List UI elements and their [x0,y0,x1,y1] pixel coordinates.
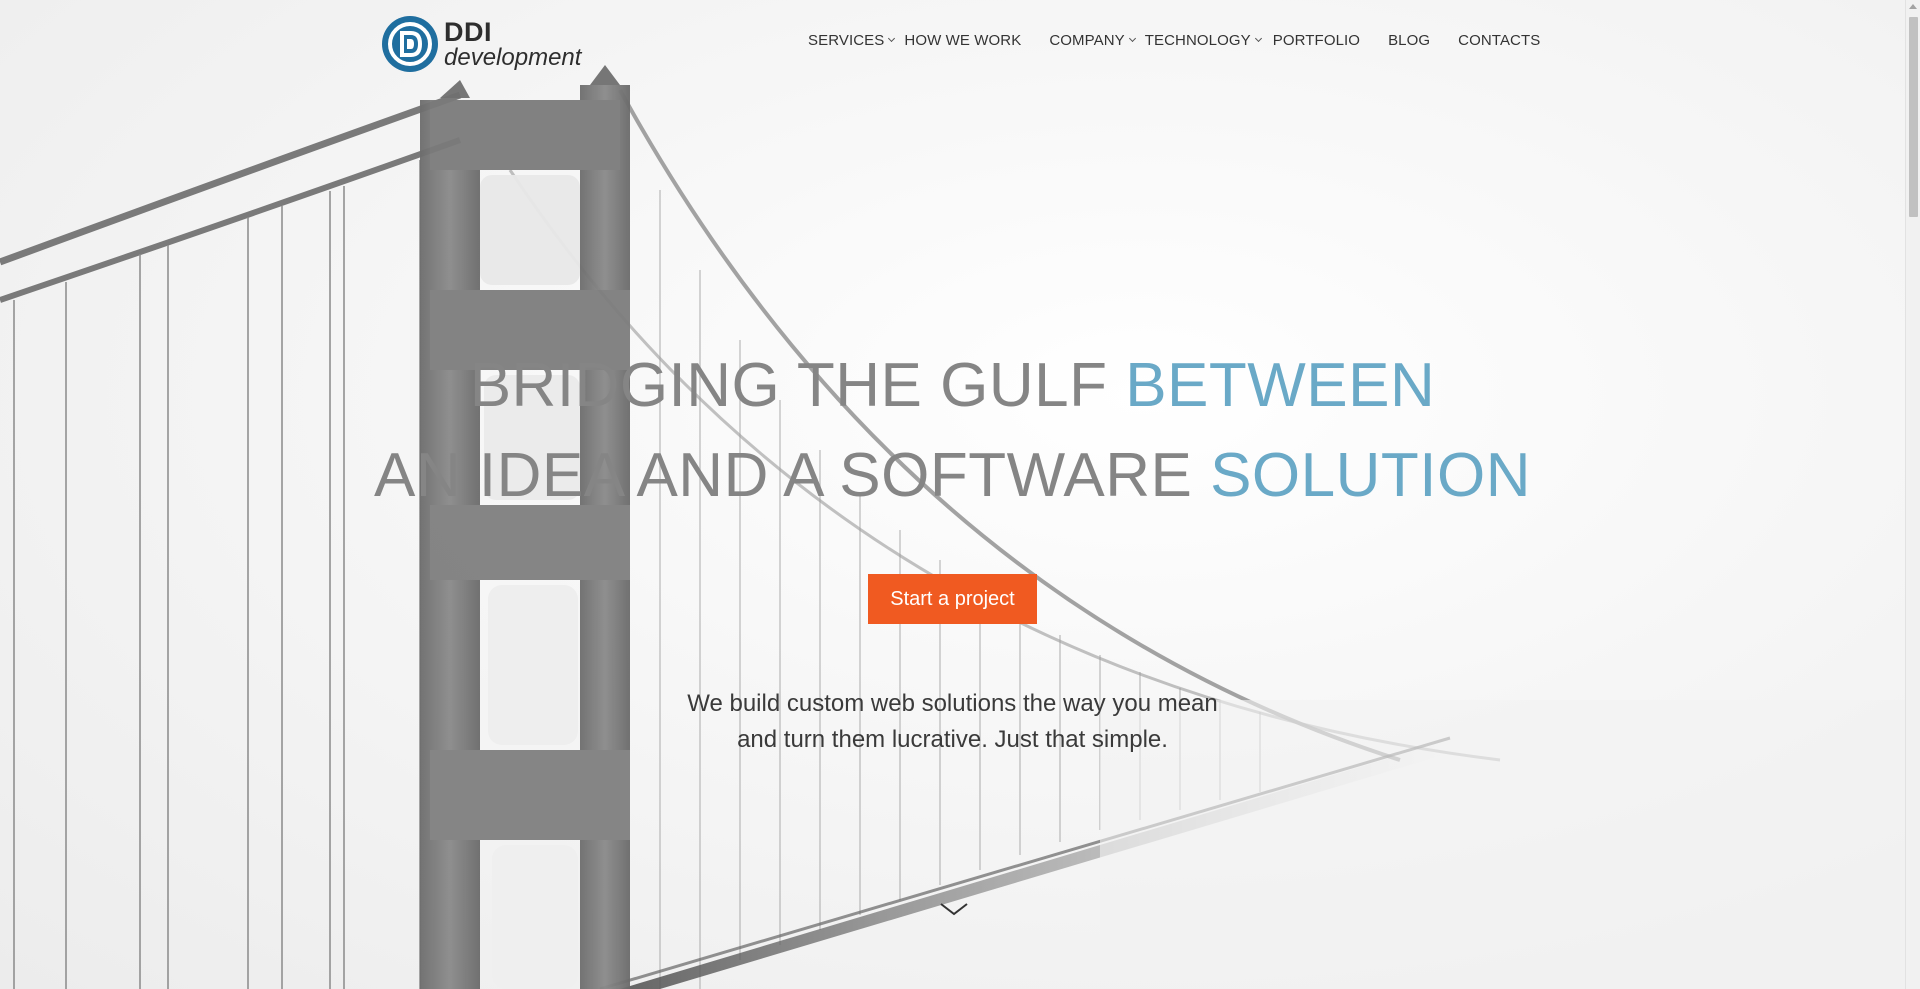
chevron-down-icon [1254,34,1262,43]
scrollbar-thumb[interactable] [1909,17,1918,217]
chevron-down-icon[interactable] [939,900,969,920]
tagline-line1: We build custom web solutions the way yo… [687,690,1218,717]
logo-line1: DDI [444,16,492,47]
headline-line2-plain: AN IDEA AND A SOFTWARE [374,441,1211,510]
nav-item-blog[interactable]: BLOG [1388,32,1430,49]
scroll-up-arrow-icon[interactable] [1909,4,1917,9]
headline-line1-accent: BETWEEN [1125,351,1436,420]
chevron-down-icon [1128,34,1136,43]
nav-item-company[interactable]: COMPANY [1049,32,1136,49]
chevron-down-icon [888,34,896,43]
logo-line2: development [444,43,582,71]
headline-line2-accent: SOLUTION [1210,441,1531,510]
page-scrollbar[interactable] [1905,0,1920,989]
start-project-button[interactable]: Start a project [868,574,1037,624]
nav-item-contacts[interactable]: CONTACTS [1458,32,1540,49]
logo-text: DDI development [444,16,582,71]
nav-item-label: PORTFOLIO [1272,32,1361,49]
nav-item-portfolio[interactable]: PORTFOLIO [1273,32,1360,49]
nav-item-label: SERVICES [808,32,885,49]
hero-tagline: We build custom web solutions the way yo… [0,686,1905,758]
logo-link[interactable]: DDI development [382,16,581,72]
headline-line2: AN IDEA AND A SOFTWARE SOLUTION [0,440,1905,511]
nav-item-label: CONTACTS [1458,32,1541,49]
ddi-logo-icon [382,16,438,72]
nav-item-label: TECHNOLOGY [1144,32,1251,49]
hero-section: DDI development SERVICES HOW WE WORK COM… [0,0,1905,989]
nav-item-label: HOW WE WORK [904,32,1022,49]
nav-item-technology[interactable]: TECHNOLOGY [1144,32,1262,49]
nav-item-how-we-work[interactable]: HOW WE WORK [904,32,1021,49]
nav-item-label: COMPANY [1049,32,1125,49]
nav-item-label: BLOG [1388,32,1431,49]
headline-line1: BRIDGING THE GULF BETWEEN [0,350,1905,421]
bridge-tower [420,65,630,989]
nav-item-services[interactable]: SERVICES [808,32,896,49]
headline-line1-plain: BRIDGING THE GULF [469,351,1126,420]
main-nav: SERVICES HOW WE WORK COMPANY TECHNOLOGY … [808,32,1540,49]
tagline-line2: and turn them lucrative. Just that simpl… [737,726,1168,753]
